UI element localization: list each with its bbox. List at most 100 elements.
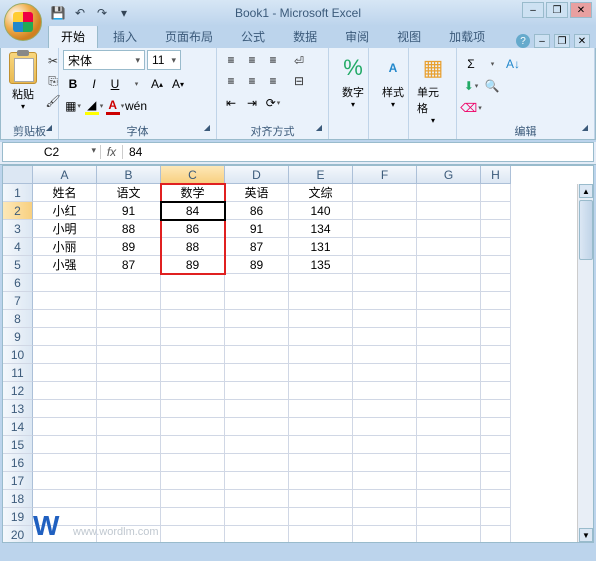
cell-G20[interactable] xyxy=(417,526,481,543)
cell-A16[interactable] xyxy=(33,454,97,472)
cell-F4[interactable] xyxy=(353,238,417,256)
tab-page-layout[interactable]: 页面布局 xyxy=(152,24,226,48)
cell-D14[interactable] xyxy=(225,418,289,436)
row-header-9[interactable]: 9 xyxy=(3,328,33,346)
cell-C6[interactable] xyxy=(161,274,225,292)
cell-F14[interactable] xyxy=(353,418,417,436)
row-header-17[interactable]: 17 xyxy=(3,472,33,490)
cell-F19[interactable] xyxy=(353,508,417,526)
increase-indent-icon[interactable]: ⇥ xyxy=(242,93,262,113)
save-icon[interactable]: 💾 xyxy=(50,5,66,21)
cell-F16[interactable] xyxy=(353,454,417,472)
cell-E9[interactable] xyxy=(289,328,353,346)
align-right-icon[interactable]: ≡ xyxy=(263,71,283,91)
cell-B6[interactable] xyxy=(97,274,161,292)
cell-F15[interactable] xyxy=(353,436,417,454)
row-header-16[interactable]: 16 xyxy=(3,454,33,472)
cell-F1[interactable] xyxy=(353,184,417,202)
cell-C20[interactable] xyxy=(161,526,225,543)
align-top-icon[interactable]: ≡ xyxy=(221,50,241,70)
select-all-corner[interactable] xyxy=(3,166,33,184)
row-header-1[interactable]: 1 xyxy=(3,184,33,202)
cell-D13[interactable] xyxy=(225,400,289,418)
cell-E1[interactable]: 文综 xyxy=(289,184,353,202)
grow-font-button[interactable]: A▴ xyxy=(147,74,167,94)
fill-icon[interactable]: ⬇ xyxy=(461,76,481,96)
cell-B11[interactable] xyxy=(97,364,161,382)
row-header-13[interactable]: 13 xyxy=(3,400,33,418)
col-header-A[interactable]: A xyxy=(33,166,97,184)
cell-D15[interactable] xyxy=(225,436,289,454)
tab-review[interactable]: 审阅 xyxy=(332,24,382,48)
row-header-8[interactable]: 8 xyxy=(3,310,33,328)
cell-B1[interactable]: 语文 xyxy=(97,184,161,202)
scroll-up-icon[interactable]: ▲ xyxy=(579,184,593,198)
cell-H2[interactable] xyxy=(481,202,511,220)
cell-C19[interactable] xyxy=(161,508,225,526)
cell-D6[interactable] xyxy=(225,274,289,292)
cell-C8[interactable] xyxy=(161,310,225,328)
cell-G5[interactable] xyxy=(417,256,481,274)
cell-G18[interactable] xyxy=(417,490,481,508)
cell-A6[interactable] xyxy=(33,274,97,292)
cell-D19[interactable] xyxy=(225,508,289,526)
cell-F17[interactable] xyxy=(353,472,417,490)
row-header-11[interactable]: 11 xyxy=(3,364,33,382)
cell-F18[interactable] xyxy=(353,490,417,508)
cell-A17[interactable] xyxy=(33,472,97,490)
cell-D18[interactable] xyxy=(225,490,289,508)
cell-E13[interactable] xyxy=(289,400,353,418)
merge-center-icon[interactable]: ⊟ xyxy=(290,72,308,90)
cell-H7[interactable] xyxy=(481,292,511,310)
cell-F7[interactable] xyxy=(353,292,417,310)
scroll-thumb[interactable] xyxy=(579,200,593,260)
cell-B12[interactable] xyxy=(97,382,161,400)
row-header-5[interactable]: 5 xyxy=(3,256,33,274)
row-header-12[interactable]: 12 xyxy=(3,382,33,400)
cell-E3[interactable]: 134 xyxy=(289,220,353,238)
cell-E17[interactable] xyxy=(289,472,353,490)
row-header-2[interactable]: 2 xyxy=(3,202,33,220)
cell-D4[interactable]: 87 xyxy=(225,238,289,256)
cell-E4[interactable]: 131 xyxy=(289,238,353,256)
cell-A13[interactable] xyxy=(33,400,97,418)
number-format-button[interactable]: % 数字 ▾ xyxy=(333,50,373,111)
cell-H12[interactable] xyxy=(481,382,511,400)
cell-A11[interactable] xyxy=(33,364,97,382)
restore-button[interactable]: ❐ xyxy=(546,2,568,18)
cell-G8[interactable] xyxy=(417,310,481,328)
cell-D16[interactable] xyxy=(225,454,289,472)
cell-G17[interactable] xyxy=(417,472,481,490)
scroll-down-icon[interactable]: ▼ xyxy=(579,528,593,542)
row-header-3[interactable]: 3 xyxy=(3,220,33,238)
col-header-C[interactable]: C xyxy=(161,166,225,184)
col-header-B[interactable]: B xyxy=(97,166,161,184)
cell-G10[interactable] xyxy=(417,346,481,364)
decrease-indent-icon[interactable]: ⇤ xyxy=(221,93,241,113)
minimize-button[interactable]: – xyxy=(522,2,544,18)
bold-button[interactable]: B xyxy=(63,74,83,94)
cell-H4[interactable] xyxy=(481,238,511,256)
cell-F11[interactable] xyxy=(353,364,417,382)
cells-button[interactable]: ▦ 单元格 ▾ xyxy=(413,50,453,127)
align-middle-icon[interactable]: ≡ xyxy=(242,50,262,70)
cell-G14[interactable] xyxy=(417,418,481,436)
cell-F20[interactable] xyxy=(353,526,417,543)
cell-B3[interactable]: 88 xyxy=(97,220,161,238)
cell-D8[interactable] xyxy=(225,310,289,328)
cell-G13[interactable] xyxy=(417,400,481,418)
cell-C9[interactable] xyxy=(161,328,225,346)
help-icon[interactable]: ? xyxy=(516,34,530,48)
cell-B7[interactable] xyxy=(97,292,161,310)
cell-A10[interactable] xyxy=(33,346,97,364)
cell-F5[interactable] xyxy=(353,256,417,274)
name-box[interactable]: C2 xyxy=(3,145,101,159)
cell-H15[interactable] xyxy=(481,436,511,454)
underline-button[interactable]: U xyxy=(105,74,125,94)
cell-A15[interactable] xyxy=(33,436,97,454)
cell-C13[interactable] xyxy=(161,400,225,418)
col-header-H[interactable]: H xyxy=(481,166,511,184)
cell-B4[interactable]: 89 xyxy=(97,238,161,256)
row-header-6[interactable]: 6 xyxy=(3,274,33,292)
cell-G15[interactable] xyxy=(417,436,481,454)
